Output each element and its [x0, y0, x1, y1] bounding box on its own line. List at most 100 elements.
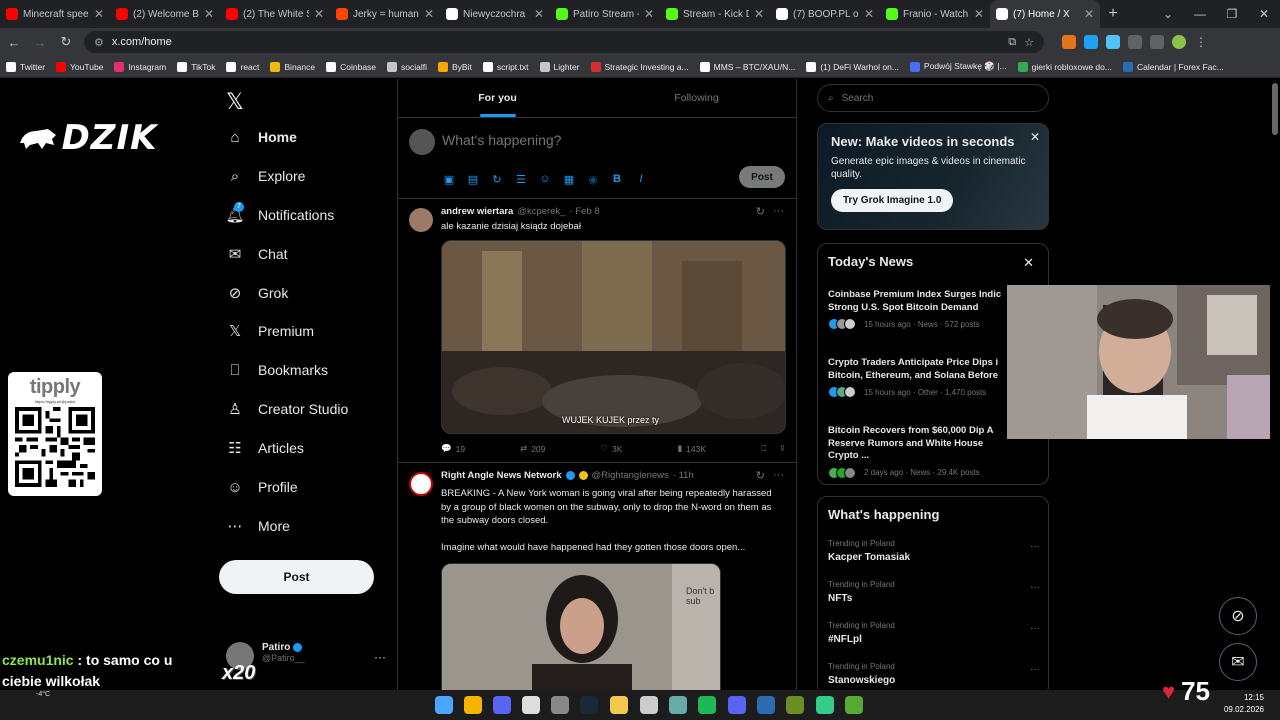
minimize-icon[interactable]: —: [1184, 0, 1216, 28]
poll-icon[interactable]: ☰: [514, 172, 528, 186]
tab-close-icon[interactable]: ✕: [644, 7, 654, 21]
browser-tab[interactable]: (2) Welcome Back ✕: [110, 0, 220, 28]
x-logo-icon[interactable]: 𝕏: [226, 89, 244, 115]
tweet-video[interactable]: WUJEK KUJEK przez ty: [441, 240, 786, 434]
browser-tab[interactable]: Patiro Stream - W ✕: [550, 0, 660, 28]
tweet-author-name[interactable]: Right Angle News Network: [441, 470, 562, 481]
bookmark-star-icon[interactable]: ☆: [1024, 36, 1034, 49]
back-icon[interactable]: ←: [6, 35, 22, 50]
nav-item-premium[interactable]: 𝕏 Premium: [226, 322, 314, 340]
tab-list-icon[interactable]: ⌄: [1152, 0, 1184, 28]
trend-item[interactable]: Trending in Poland Stanowskiego ···: [828, 662, 1040, 686]
chrome-icon[interactable]: [464, 696, 482, 714]
more-dots-icon[interactable]: ···: [773, 469, 784, 482]
compose-input[interactable]: [442, 132, 742, 148]
repost-button[interactable]: ⇄ 209: [520, 443, 545, 454]
bookmark-item[interactable]: gierki robloxowe do...: [1017, 61, 1112, 72]
browser-tab[interactable]: Minecraft speedr ✕: [0, 0, 110, 28]
browser-tab[interactable]: Franio - Watch cli ✕: [880, 0, 990, 28]
more-dots-icon[interactable]: ···: [1030, 623, 1040, 634]
schedule-icon[interactable]: ▦: [562, 172, 576, 186]
bookmark-item[interactable]: Binance: [270, 61, 315, 72]
windows-start-icon[interactable]: [435, 696, 453, 714]
gif-icon[interactable]: ▤: [466, 172, 480, 186]
forward-icon[interactable]: →: [32, 35, 48, 50]
bookmark-item[interactable]: Podwój Stawkę 🎲 |...: [909, 61, 1007, 72]
nav-item-more[interactable]: ⋯ More: [226, 517, 290, 535]
nav-item-bookmarks[interactable]: ⎕ Bookmarks: [226, 361, 328, 379]
tab-close-icon[interactable]: ✕: [204, 7, 214, 21]
page-scrollbar[interactable]: [1270, 79, 1280, 690]
reply-button[interactable]: 💬 19: [441, 443, 465, 454]
nav-item-creator-studio[interactable]: ♙ Creator Studio: [226, 400, 348, 418]
puzzle-icon[interactable]: [1128, 35, 1142, 49]
more-dots-icon[interactable]: ···: [1030, 582, 1040, 593]
spotify-icon[interactable]: [698, 696, 716, 714]
minecraft-icon[interactable]: [845, 696, 863, 714]
tab-close-icon[interactable]: ✕: [754, 7, 764, 21]
tweet[interactable]: Right Angle News Network @Rightanglenews…: [398, 463, 796, 690]
extension-icon[interactable]: [1084, 35, 1098, 49]
composer-post-button[interactable]: Post: [739, 166, 785, 188]
extension-icon[interactable]: [1062, 35, 1076, 49]
image-icon[interactable]: ▣: [442, 172, 456, 186]
minecraft-icon[interactable]: [786, 696, 804, 714]
browser-tab[interactable]: (7) BOOP.PL on X ✕: [770, 0, 880, 28]
news-item[interactable]: Bitcoin Recovers from $60,000 Dip A Rese…: [828, 425, 1008, 479]
browser-tab[interactable]: (2) The White Stri ✕: [220, 0, 330, 28]
reload-icon[interactable]: ↻: [58, 34, 74, 50]
trend-item[interactable]: Trending in Poland #NFLpl ···: [828, 621, 1040, 645]
search-input[interactable]: [841, 92, 1022, 104]
app-icon[interactable]: [816, 696, 834, 714]
more-dots-icon[interactable]: ···: [1030, 541, 1040, 552]
browser-tab[interactable]: Jerky = human m ✕: [330, 0, 440, 28]
search-box[interactable]: ⌕: [817, 84, 1049, 112]
try-grok-imagine-button[interactable]: Try Grok Imagine 1.0: [831, 189, 954, 212]
bookmark-item[interactable]: ByBit: [438, 61, 472, 72]
steam-icon[interactable]: [580, 696, 598, 714]
tab-close-icon[interactable]: ✕: [864, 7, 874, 21]
bookmark-item[interactable]: (1) DeFi Warhol on...: [806, 61, 899, 72]
copilot-icon[interactable]: [640, 696, 658, 714]
post-button[interactable]: Post: [219, 560, 374, 594]
new-tab-icon[interactable]: +: [1100, 5, 1126, 23]
bookmark-item[interactable]: TikTok: [177, 61, 215, 72]
trend-item[interactable]: Trending in Poland Kacper Tomasiak ···: [828, 539, 1040, 563]
app-icon[interactable]: [728, 696, 746, 714]
tweet-author-handle[interactable]: @kcperek_: [517, 206, 565, 217]
nav-item-chat[interactable]: ✉ Chat: [226, 245, 288, 263]
nav-item-home[interactable]: ⌂ Home: [226, 128, 296, 146]
bold-icon[interactable]: B: [610, 172, 624, 186]
bookmark-item[interactable]: YouTube: [56, 61, 103, 72]
more-dots-icon[interactable]: ···: [773, 205, 784, 218]
system-clock[interactable]: 12:15 09.02.2026: [1224, 692, 1264, 716]
discord-icon[interactable]: [493, 696, 511, 714]
emoji-icon[interactable]: ☺: [538, 172, 552, 186]
bookmark-item[interactable]: Instagram: [114, 61, 166, 72]
file-explorer-icon[interactable]: [610, 696, 628, 714]
grok-icon[interactable]: ↻: [756, 469, 765, 482]
obs-icon[interactable]: [551, 696, 569, 714]
close-icon[interactable]: ✕: [1248, 0, 1280, 28]
location-icon[interactable]: ◉: [586, 172, 600, 186]
browser-tab[interactable]: Niewyczochra ✕: [440, 0, 550, 28]
close-icon[interactable]: ✕: [1023, 255, 1034, 271]
italic-icon[interactable]: I: [634, 172, 648, 186]
nav-item-profile[interactable]: ☺ Profile: [226, 478, 297, 496]
nav-item-notifications[interactable]: 🔔︎ 7 Notifications: [225, 202, 334, 224]
close-icon[interactable]: ✕: [1030, 130, 1040, 144]
bookmark-item[interactable]: socialfi: [387, 61, 427, 72]
bookmark-item[interactable]: Strategic Investing a...: [590, 61, 689, 72]
tab-close-icon[interactable]: ✕: [314, 7, 324, 21]
views-button[interactable]: ▮ 143K: [677, 443, 706, 454]
tweet-time[interactable]: · Feb 8: [570, 206, 600, 217]
app-icon[interactable]: [522, 696, 540, 714]
tab-close-icon[interactable]: ✕: [424, 7, 434, 21]
trend-item[interactable]: Trending in Poland NFTs ···: [828, 580, 1040, 604]
more-dots-icon[interactable]: ···: [1030, 664, 1040, 675]
share-icon[interactable]: ⇪: [779, 443, 786, 454]
like-button[interactable]: ♡ 3K: [600, 443, 622, 454]
tab-following[interactable]: Following: [597, 79, 796, 117]
bookmark-item[interactable]: react: [226, 61, 259, 72]
kebab-menu-icon[interactable]: ⋮: [1194, 35, 1208, 49]
